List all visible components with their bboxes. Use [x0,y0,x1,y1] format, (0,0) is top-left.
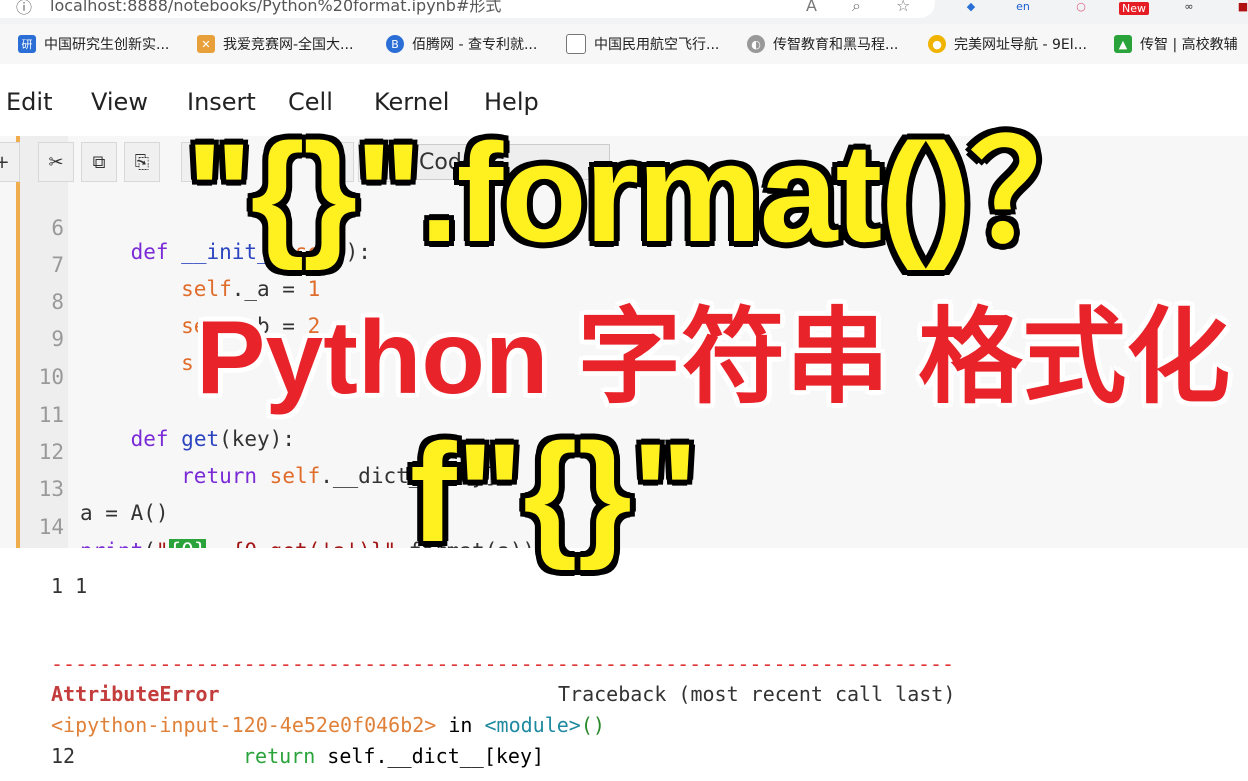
traceback-divider: ----------------------------------------… [51,652,955,676]
extension-icon[interactable]: ■ [1232,0,1248,18]
traceback-title: Traceback (most recent call last) [558,682,956,706]
code-line: 12 return self.__dict__[key] [0,416,498,488]
bookmark-item[interactable]: ✕ 我爱竞赛网-全国大... [197,33,353,55]
menu-edit[interactable]: Edit [6,88,52,116]
paste-button[interactable]: ⎘ [124,142,160,182]
traceback-location: <ipython-input-120-4e52e0f046b2> in <mod… [51,713,605,737]
traceback-code-line: 12 return self.__dict__[key] [51,744,544,768]
star-icon: ● [928,35,946,53]
url-text[interactable]: localhost:8888/notebooks/Python%20format… [50,0,501,16]
bookmark-item[interactable]: B 佰腾网 - 查专利就... [386,33,537,55]
bookmark-item[interactable]: 中国民用航空飞行... [566,33,719,55]
cell-output: 1 1 ------------------------------------… [0,548,1248,781]
bookmark-label: 传智教育和黑马程... [773,37,899,53]
code-text: def get(key): [130,427,295,451]
overlay-title-bottom: f"{}" [410,414,699,571]
cut-button[interactable]: ✂ [38,142,74,182]
code-line: 11 def get(key): [0,379,295,451]
code-line: 14 print("{0} {0.get('a')}".format(a)) [0,491,535,563]
error-name: AttributeError [51,682,220,706]
add-favorite-icon[interactable]: ☆ [896,0,910,15]
globe-icon: ◐ [747,35,765,53]
browser-address-area: ⓘ localhost:8888/notebooks/Python%20form… [0,0,1248,24]
line-number: 6 [51,216,64,240]
module-parens: () [580,713,605,737]
add-cell-button[interactable]: + [0,142,20,182]
code-line: 8 self._b = 2 [0,266,320,338]
site-info-icon[interactable]: ⓘ [16,0,32,18]
zoom-icon[interactable]: ⌕ [852,0,861,16]
module-ref: <module> [484,713,581,737]
line-number: 13 [38,477,64,501]
bookmark-item[interactable]: ● 完美网址导航 - 9El... [928,33,1087,55]
read-aloud-icon[interactable]: A [806,0,817,15]
bookmark-label: 中国民用航空飞行... [594,37,720,53]
grad-cap-icon: ▲ [1114,35,1132,53]
trophy-icon: ✕ [197,35,215,53]
b-logo-icon: B [386,35,404,53]
bookmark-item[interactable]: ▲ 传智 | 高校教辅 [1114,33,1238,55]
input-ref: <ipython-input-120-4e52e0f046b2> [51,713,437,737]
extension-icon[interactable]: ○ [1070,0,1092,18]
bookmark-label: 中国研究生创新实... [44,37,170,53]
code-text: s [181,351,194,375]
overlay-title-top: "{}".format()？ [186,114,1109,271]
line-number: 8 [51,290,64,314]
bookmark-item[interactable]: ◐ 传智教育和黑马程... [747,33,898,55]
tb-line-code: return self.__dict__[key] [243,744,545,768]
traceback-header: AttributeError Traceback (most recent cal… [51,682,955,706]
code-line: 7 self._a = 1 [0,229,320,301]
line-number: 9 [51,327,64,351]
in-word: in [448,713,473,737]
code-text: a = A() [80,501,169,525]
bookmark-label: 我爱竞赛网-全国大... [223,37,354,53]
line-number: 12 [38,440,64,464]
extension-icon[interactable]: ◆ [960,0,982,18]
bookmarks-bar: 研 中国研究生创新实... ✕ 我爱竞赛网-全国大... B 佰腾网 - 查专利… [0,24,1248,65]
output-result: 1 1 [51,574,88,598]
code-line: 9 s [0,303,193,375]
grad-icon: 研 [18,35,36,53]
line-number: 10 [38,365,64,389]
extensions-menu-icon[interactable]: ∞ [1178,0,1200,18]
bookmark-label: 传智 | 高校教辅 [1140,37,1238,53]
menu-view[interactable]: View [91,88,148,116]
copy-button[interactable]: ⧉ [81,142,117,182]
line-number: 7 [51,253,64,277]
code-line: 10 [0,341,64,389]
code-line: 6 def __init__(self): [0,192,371,264]
new-badge[interactable]: New [1119,2,1149,15]
bookmark-label: 佰腾网 - 查专利就... [412,37,538,53]
bookmark-item[interactable]: 研 中国研究生创新实... [18,33,169,55]
overlay-title-middle: Python 字符串 格式化 [196,300,1231,416]
document-icon [566,34,586,54]
line-number: 14 [38,515,64,539]
tb-line-number: 12 [51,744,76,768]
code-line: 13 a = A() [0,453,169,525]
bookmark-label: 完美网址导航 - 9El... [954,37,1087,53]
translate-extension-icon[interactable]: en [1012,0,1034,18]
line-number: 11 [38,403,64,427]
